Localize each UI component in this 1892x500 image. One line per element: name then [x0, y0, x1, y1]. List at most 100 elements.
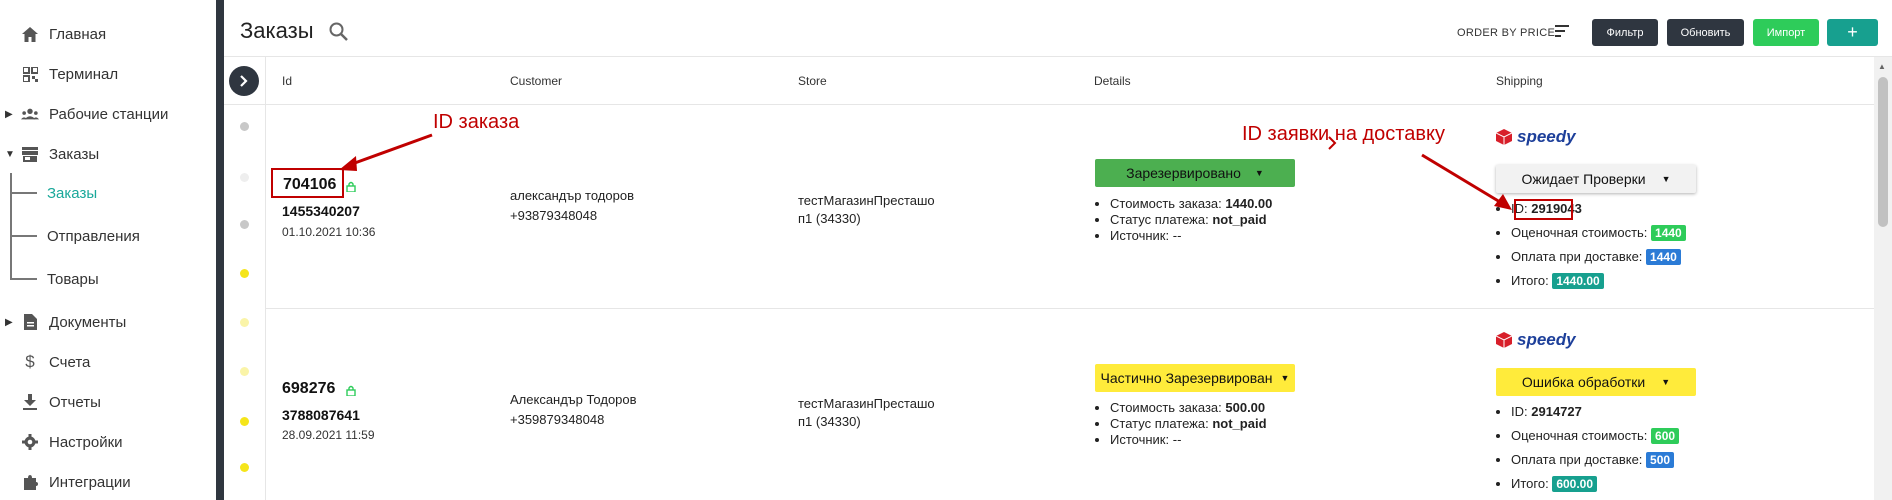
- customer-info: Александър Тодоров +359879348048: [510, 390, 637, 430]
- sidebar-item-label: Настройки: [49, 433, 123, 451]
- toolbar: Заказы ORDER BY PRICE Фильтр Обновить Им…: [224, 0, 1892, 57]
- store-name: тестМагазинПресташо: [798, 193, 935, 208]
- external-id: 1455340207: [282, 203, 360, 219]
- detail-payment: Статус платежа: not_paid: [1110, 212, 1272, 228]
- tree-branch: [10, 235, 37, 237]
- estimate-badge: 600: [1651, 428, 1680, 444]
- sidebar-item-reports[interactable]: Отчеты: [0, 382, 216, 422]
- document-icon: [21, 313, 39, 331]
- order-id[interactable]: 698276: [282, 380, 335, 398]
- speedy-logo: speedy: [1496, 329, 1576, 351]
- sidebar-item-workstations[interactable]: ▶ Рабочие станции: [0, 94, 216, 134]
- shipping-status-dropdown[interactable]: Ошибка обработки ▼: [1496, 368, 1696, 396]
- detail-cost: Стоимость заказа: 500.00: [1110, 400, 1267, 416]
- shipping-estimate: Оценочная стоимость: 600: [1511, 428, 1680, 452]
- shipping-status-dropdown[interactable]: Ожидает Проверки ▼: [1496, 165, 1696, 193]
- sidebar-subitem-products[interactable]: Товары: [10, 259, 210, 299]
- shipping-total: Итого: 1440.00: [1511, 273, 1686, 297]
- customer-phone: +359879348048: [510, 412, 605, 427]
- column-header-shipping[interactable]: Shipping: [1496, 74, 1543, 88]
- detail-source: Источник: --: [1110, 432, 1267, 448]
- external-id: 3788087641: [282, 407, 360, 423]
- sort-icon[interactable]: [1555, 24, 1573, 38]
- order-date: 01.10.2021 10:36: [282, 225, 376, 239]
- sidebar-subitem-orders[interactable]: Заказы: [10, 173, 210, 213]
- sidebar-subitem-shipments[interactable]: Отправления: [10, 216, 210, 256]
- annotation-order-id: ID заказа: [433, 111, 520, 133]
- sidebar-item-integrations[interactable]: Интеграции: [0, 462, 216, 500]
- annotation-delivery-id: ID заявки на доставку: [1242, 123, 1445, 145]
- caret-down-icon: ▼: [1254, 168, 1264, 178]
- home-icon: [21, 25, 39, 43]
- sidebar-item-invoices[interactable]: $ Счета: [0, 342, 216, 382]
- row-dot[interactable]: [240, 417, 249, 426]
- row-dot[interactable]: [240, 173, 249, 182]
- sidebar-item-settings[interactable]: Настройки: [0, 422, 216, 462]
- import-button[interactable]: Импорт: [1753, 19, 1819, 46]
- cod-badge: 1440: [1646, 249, 1681, 265]
- sidebar-item-label: Интеграции: [49, 473, 131, 491]
- row-dot[interactable]: [240, 463, 249, 472]
- detail-payment: Статус платежа: not_paid: [1110, 416, 1267, 432]
- shipping-id: ID: 2914727: [1511, 404, 1679, 428]
- row-dot[interactable]: [240, 269, 249, 278]
- sidebar-item-label: Главная: [49, 25, 107, 43]
- shipping-estimate: Оценочная стоимость: 1440: [1511, 225, 1686, 249]
- filter-button[interactable]: Фильтр: [1592, 19, 1658, 46]
- sidebar-item-terminal[interactable]: Терминал: [0, 54, 216, 94]
- column-header-details[interactable]: Details: [1094, 74, 1131, 88]
- shipping-status-label: Ожидает Проверки: [1521, 171, 1646, 187]
- sidebar-item-label: Счета: [49, 353, 91, 371]
- column-header-id[interactable]: Id: [282, 74, 292, 88]
- search-icon[interactable]: [328, 21, 350, 43]
- store-id: п1 (34330): [798, 211, 861, 226]
- row-dot[interactable]: [240, 318, 249, 327]
- caret-down-icon: ▼: [1280, 373, 1290, 383]
- order-date: 28.09.2021 11:59: [282, 428, 375, 442]
- tree-branch: [10, 278, 37, 280]
- order-status-dropdown[interactable]: Зарезервировано ▼: [1095, 159, 1295, 187]
- column-header-customer[interactable]: Customer: [510, 74, 562, 88]
- total-badge: 600.00: [1552, 476, 1598, 492]
- order-status-dropdown[interactable]: Частично Зарезервирован ▼: [1095, 364, 1295, 392]
- order-details: Стоимость заказа: 500.00 Статус платежа:…: [1096, 400, 1267, 448]
- grid-icon: [21, 65, 39, 83]
- sidebar-divider: [216, 0, 224, 500]
- shipping-status-label: Ошибка обработки: [1521, 374, 1646, 390]
- sidebar-item-documents[interactable]: ▶ Документы: [0, 302, 216, 342]
- detail-source: Источник: --: [1110, 228, 1272, 244]
- caret-down-icon: ▼: [5, 148, 15, 160]
- chevron-right-icon: [240, 75, 248, 87]
- sidebar-item-orders[interactable]: ▼ Заказы: [0, 134, 216, 174]
- scroll-thumb[interactable]: [1878, 77, 1888, 227]
- detail-cost: Стоимость заказа: 1440.00: [1110, 196, 1272, 212]
- dollar-icon: $: [25, 352, 35, 371]
- caret-right-icon: ▶: [5, 108, 13, 120]
- sidebar-item-label: Терминал: [49, 65, 119, 83]
- sidebar-item-label: Заказы: [49, 145, 100, 163]
- scrollbar[interactable]: ▲: [1874, 57, 1892, 500]
- highlight-box-order-id: [271, 168, 344, 198]
- add-button[interactable]: +: [1827, 19, 1878, 46]
- scroll-up-icon[interactable]: ▲: [1878, 62, 1886, 71]
- expand-button[interactable]: [229, 66, 259, 96]
- sidebar-subitem-label: Заказы: [47, 184, 98, 202]
- tree-branch: [10, 192, 37, 194]
- refresh-button[interactable]: Обновить: [1667, 19, 1744, 46]
- order-by-label[interactable]: ORDER BY PRICE: [1457, 27, 1555, 39]
- box-icon: [1496, 129, 1512, 145]
- cod-badge: 500: [1646, 452, 1675, 468]
- column-header-store[interactable]: Store: [798, 74, 827, 88]
- sidebar-item-home[interactable]: Главная: [0, 14, 216, 54]
- store-info: тестМагазинПресташо п1 (34330): [798, 192, 958, 228]
- highlight-box-delivery-id: [1514, 199, 1573, 220]
- shipping-cod: Оплата при доставке: 1440: [1511, 249, 1686, 273]
- speedy-logo: speedy: [1496, 126, 1576, 148]
- row-dot[interactable]: [240, 220, 249, 229]
- estimate-badge: 1440: [1651, 225, 1686, 241]
- row-dot[interactable]: [240, 367, 249, 376]
- gear-icon: [21, 433, 39, 451]
- store-icon: [21, 145, 39, 163]
- lock-icon: [346, 181, 356, 192]
- row-dot[interactable]: [240, 122, 249, 131]
